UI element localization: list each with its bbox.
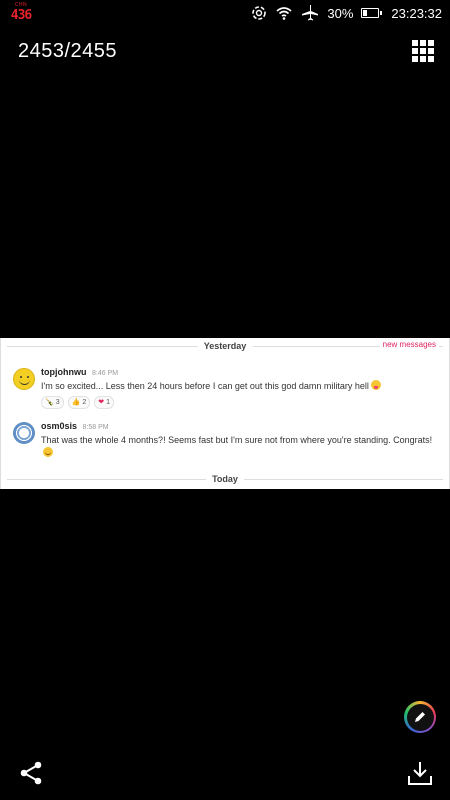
edit-button[interactable] (404, 701, 436, 733)
tongue-emoji-icon (370, 380, 381, 390)
thumbs-up-icon: 👍 (71, 399, 81, 406)
message-time: 8:58 PM (82, 424, 109, 431)
grid-icon (412, 40, 418, 46)
carrier-number: 436 (10, 8, 32, 23)
smile-emoji-icon (43, 447, 53, 457)
bottle-icon: 🍾 (45, 399, 54, 406)
clock: 23:23:32 (391, 5, 442, 21)
grid-view-button[interactable] (412, 40, 434, 62)
message-author: topjohnwu (41, 367, 87, 377)
message-text: I'm so excited... Less then 24 hours bef… (41, 380, 441, 393)
message-item: topjohnwu 8:46 PM I'm so excited... Less… (13, 366, 441, 416)
message-text-content: I'm so excited... Less then 24 hours bef… (41, 381, 369, 391)
image-counter: 2453/2455 (18, 40, 118, 62)
avatar (13, 422, 35, 444)
today-divider: Today (7, 473, 443, 485)
share-icon[interactable] (18, 760, 44, 786)
heart-icon: ❤ (98, 399, 105, 406)
chat-screenshot[interactable]: Yesterday new messages topjohnwu 8:46 PM… (0, 338, 450, 489)
message-text: That was the whole 4 months?! Seems fast… (41, 434, 441, 460)
avatar (13, 368, 35, 390)
reaction-heart[interactable]: ❤ 1 (94, 396, 115, 409)
reaction-thumbs-up[interactable]: 👍 2 (67, 396, 91, 409)
reaction-count: 1 (106, 399, 111, 406)
status-icons: 30% 23:23:32 (251, 3, 442, 23)
message-text-content: That was the whole 4 months?! Seems fast… (41, 435, 433, 445)
battery-icon (361, 8, 383, 18)
reaction-count: 3 (55, 399, 60, 406)
wifi-icon (276, 7, 292, 20)
battery-percent: 30% (327, 5, 354, 21)
yesterday-divider: Yesterday (7, 340, 443, 352)
reactions: 🍾 3 👍 2 ❤ 1 (41, 396, 441, 409)
airplane-mode-icon (302, 5, 319, 21)
download-icon[interactable] (406, 759, 434, 787)
message-item: osm0sis 8:58 PM That was the whole 4 mon… (13, 420, 441, 460)
yesterday-label: Yesterday (197, 340, 253, 352)
status-bar: CHN 436 30% 23:23:32 (0, 0, 450, 28)
sync-icon (252, 6, 267, 20)
message-author: osm0sis (41, 421, 78, 431)
reaction-bottle[interactable]: 🍾 3 (41, 396, 64, 409)
carrier-indicator: CHN 436 (8, 3, 34, 23)
reaction-count: 2 (82, 399, 87, 406)
today-label: Today (206, 473, 244, 485)
message-time: 8:46 PM (92, 370, 119, 377)
new-messages-label: new messages (379, 340, 439, 349)
edit-pencil-icon (415, 712, 425, 722)
